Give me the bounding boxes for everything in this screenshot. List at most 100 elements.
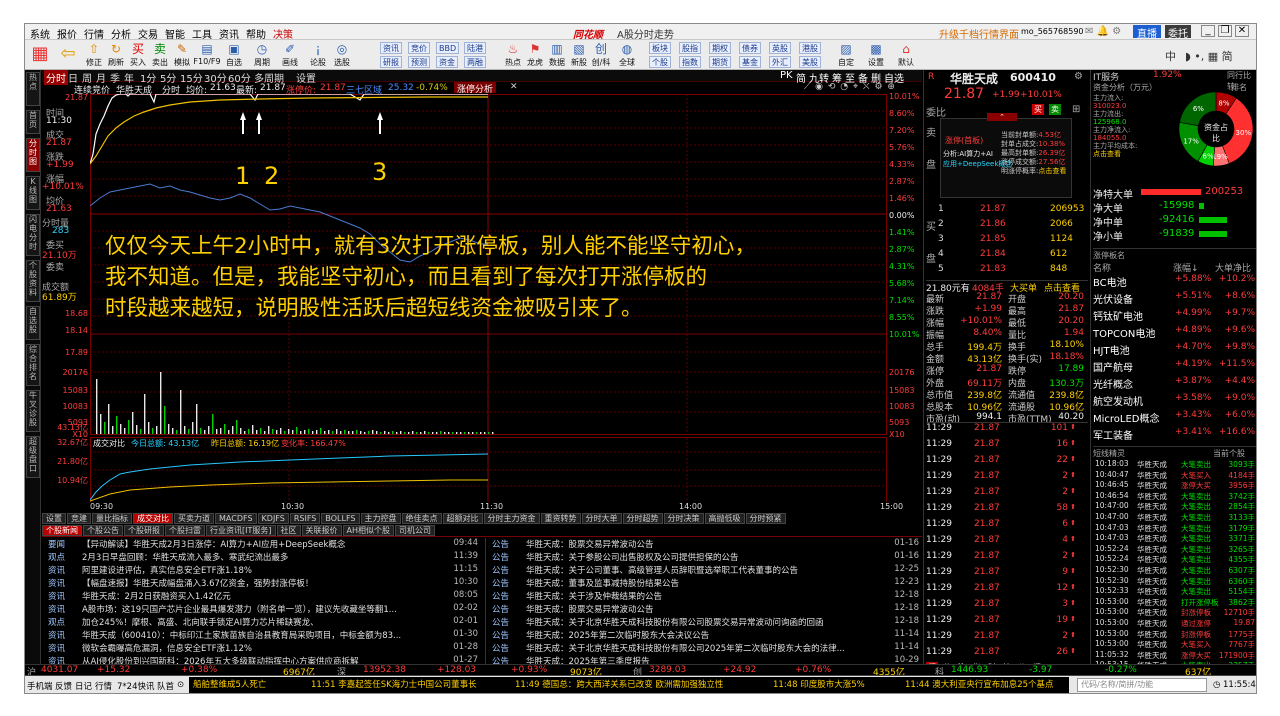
book-row[interactable]: 2 21.86 2066 bbox=[938, 219, 1098, 232]
tb-news[interactable]: 资讯 bbox=[380, 42, 402, 54]
news-row[interactable]: 公告 华胜天成：关于参股公司出售股权及公司提供担保的公告 01-16 bbox=[486, 551, 923, 563]
status-flash[interactable]: 7*24快讯 bbox=[117, 680, 154, 692]
chart-tools-icon[interactable]: ⟋ ◉ ⟲ ◔ ⌖ ⛌ ⚙ ⊕ bbox=[804, 82, 896, 92]
menu-decision[interactable]: 决策 bbox=[273, 26, 293, 41]
sector-row[interactable]: MicroLED概念 +3.43% +6.0% bbox=[1093, 410, 1256, 425]
news-tab[interactable]: 个股研报 bbox=[124, 525, 164, 536]
monitor-row[interactable]: 10:47:00 华胜天成 大笔卖出 3133手 bbox=[1093, 512, 1256, 522]
news-title[interactable]: 【幅盘速报】华胜天成幅盘涌入3.67亿资金，强势封涨停板！ bbox=[82, 577, 434, 589]
tab-pk[interactable]: PK bbox=[780, 70, 793, 81]
stat-value[interactable]: 点击查看 bbox=[1038, 167, 1066, 175]
sector-name[interactable]: 钙钛矿电池 bbox=[1093, 308, 1143, 323]
sector-col-ratio[interactable]: 大单净比 bbox=[1215, 261, 1251, 274]
news-row[interactable]: 公告 华胜天成：关于公司董事、高级管理人员辞职暨选举职工代表董事的公告 12-25 bbox=[486, 564, 923, 576]
dragon-button[interactable]: ⚑ 龙虎 bbox=[524, 41, 546, 69]
ticker-item[interactable]: 船舶整维成5人死亡 bbox=[193, 677, 266, 693]
draw-button[interactable]: ✐ 画线 bbox=[279, 41, 301, 69]
sector-row[interactable]: BC电池 +5.88% +10.2% bbox=[1093, 274, 1256, 289]
news-title[interactable]: 华胜天成：股票交易异常波动公告 bbox=[526, 603, 875, 615]
global-button[interactable]: ◍ 全球 bbox=[616, 41, 638, 69]
ime-icons[interactable]: ◗ •, ▦ 简 bbox=[1185, 48, 1233, 64]
back-icon[interactable]: ⇦ bbox=[57, 41, 79, 69]
indicator-tab[interactable]: MACDFS bbox=[215, 513, 257, 524]
ipo-button[interactable]: ▧ 新股 bbox=[568, 41, 590, 69]
book-row[interactable]: 3 21.85 1124 bbox=[938, 234, 1098, 247]
tb-auction[interactable]: 竞价 bbox=[408, 42, 430, 54]
collapse-icon[interactable]: ⌃ bbox=[987, 113, 1017, 121]
news-title[interactable]: 华胜天成：董事及监事减持股份结果公告 bbox=[526, 577, 875, 589]
news-title[interactable]: 华胜天成：关于公司董事、高级管理人员辞职暨选举职工代表董事的公告 bbox=[526, 564, 875, 576]
news-row[interactable]: 要闻 【异动解读】华胜天成2月3日涨停：AI算力+AI应用+DeepSeek概念 0… bbox=[42, 538, 482, 550]
star-button[interactable]: 创创/科 bbox=[590, 41, 612, 69]
sector-name[interactable]: 军工装备 bbox=[1093, 427, 1133, 442]
minimize-icon[interactable]: _ bbox=[1201, 25, 1215, 37]
indicator-tab[interactable]: 买卖力道 bbox=[174, 513, 214, 524]
nav-superbook[interactable]: 超级盘口 bbox=[26, 436, 40, 478]
indicator-tab[interactable]: 竞建 bbox=[67, 513, 91, 524]
indicator-tab[interactable]: 成交对比 bbox=[133, 513, 173, 524]
sector-col-pct[interactable]: 涨幅↓ bbox=[1173, 261, 1199, 274]
monitor-row[interactable]: 10:53:00 华胜天成 通过涨停 19.87 bbox=[1093, 618, 1256, 628]
news-row[interactable]: 资讯 阿里建设进评估，真实信息安全ETF涨1.18% 11:15 bbox=[42, 564, 482, 576]
sector-row[interactable]: 钙钛矿电池 +4.99% +9.7% bbox=[1093, 308, 1256, 323]
sector-row[interactable]: 国产航母 +4.19% +11.5% bbox=[1093, 359, 1256, 374]
indicator-tab[interactable]: 分时预紧 bbox=[745, 513, 786, 524]
buy-quick-button[interactable]: 买 bbox=[1032, 104, 1044, 115]
monitor-row[interactable]: 10:46:54 华胜天成 大笔卖出 3742手 bbox=[1093, 491, 1256, 501]
tb-fx[interactable]: 外汇 bbox=[769, 56, 791, 68]
menu-analysis[interactable]: 分析 bbox=[111, 26, 131, 41]
sell-button[interactable]: 卖卖出 bbox=[149, 41, 171, 69]
news-title[interactable]: 华胜天成：股票交易异常波动公告 bbox=[526, 538, 875, 550]
sector-row[interactable]: HJT电池 +4.70% +9.8% bbox=[1093, 342, 1256, 357]
tb-forecast[interactable]: 预测 bbox=[408, 56, 430, 68]
status-queue[interactable]: 队首 bbox=[157, 680, 174, 692]
indicator-tab[interactable]: RSIFS bbox=[289, 513, 321, 524]
indicator-tab[interactable]: 分时大单 bbox=[581, 513, 622, 524]
default-button[interactable]: ⌂ 默认 bbox=[895, 41, 917, 69]
revise-button[interactable]: ⇧ 修正 bbox=[83, 41, 105, 69]
monitor-row[interactable]: 10:47:03 华胜天成 大笔卖出 3371手 bbox=[1093, 533, 1256, 543]
sector-name[interactable]: HJT电池 bbox=[1093, 342, 1130, 357]
news-title[interactable]: 阿里建设进评估，真实信息安全ETF涨1.18% bbox=[82, 564, 434, 576]
indicator-tab[interactable]: 量比指标 bbox=[92, 513, 132, 524]
status-market[interactable]: 行情 bbox=[95, 680, 112, 692]
screener-button[interactable]: ◎ 选股 bbox=[331, 41, 353, 69]
news-title[interactable]: 2月3日早盘回顾：华胜天成流入最多、寒武纪流出最多 bbox=[82, 551, 434, 563]
news-row[interactable]: 公告 华胜天成：关于北京华胜天成科技股份有限公司股票交易异常波动问询函的回函 12-… bbox=[486, 616, 923, 628]
news-tab[interactable]: 个股公告 bbox=[83, 525, 123, 536]
monitor-row[interactable]: 10:52:24 华胜天成 大笔卖出 4355手 bbox=[1093, 554, 1256, 564]
sector-name[interactable]: 光纤概念 bbox=[1093, 376, 1133, 391]
sector-row[interactable]: 光纤概念 +3.87% +4.4% bbox=[1093, 376, 1256, 391]
news-title[interactable]: 华胜天成：2月2日获融资买入1.42亿元 bbox=[82, 590, 434, 602]
indicator-tab[interactable]: 分时超势 bbox=[622, 513, 663, 524]
tb-fund[interactable]: 资金 bbox=[436, 56, 458, 68]
sector-row[interactable]: TOPCON电池 +4.89% +9.6% bbox=[1093, 325, 1256, 340]
news-title[interactable]: 华胜天成：关于参股公司出售股权及公司提供担保的公告 bbox=[526, 551, 875, 563]
monitor-row[interactable]: 10:52:30 华胜天成 大笔卖出 6360手 bbox=[1093, 576, 1256, 586]
grid-icon[interactable]: ▦ bbox=[28, 41, 52, 69]
tb-margin[interactable]: 两融 bbox=[464, 56, 486, 68]
indicator-tab[interactable]: 高抛低吸 bbox=[704, 513, 745, 524]
menu-system[interactable]: 系统 bbox=[30, 26, 50, 41]
sector-name[interactable]: MicroLED概念 bbox=[1093, 410, 1160, 425]
news-row[interactable]: 观点 加仓245%！摩根、高盛、北向联手锁定AI算力芯片稀缺赛龙、 02-01 bbox=[42, 616, 482, 628]
status-feedback[interactable]: 反馈 bbox=[55, 680, 72, 692]
ticker-item[interactable]: 11:49 德国总：跨大西洋关系已改变 欧洲需加强独立性 bbox=[515, 677, 723, 693]
news-row[interactable]: 公告 华胜天成：关于涉及仲裁结果的公告 12-18 bbox=[486, 590, 923, 602]
monitor-row[interactable]: 10:53:00 华胜天成 封涨停板 1775手 bbox=[1093, 629, 1256, 639]
news-title[interactable]: A股市场：这19只国产芯片企业最具爆发潜力（附名单一览），建议先收藏坐等翻1..… bbox=[82, 603, 434, 615]
status-diary[interactable]: 日记 bbox=[75, 680, 92, 692]
monitor-row[interactable]: 10:53:00 华胜天成 大笔买入 7767手 bbox=[1093, 639, 1256, 649]
expand-icon[interactable]: ⊞ bbox=[1072, 104, 1080, 115]
nav-hot[interactable]: 热点 bbox=[26, 72, 40, 106]
menu-smart[interactable]: 智能 bbox=[165, 26, 185, 41]
menu-market[interactable]: 行情 bbox=[84, 26, 104, 41]
sector-name[interactable]: TOPCON电池 bbox=[1093, 325, 1155, 340]
monitor-row[interactable]: 10:52:30 华胜天成 大笔卖出 6307手 bbox=[1093, 565, 1256, 575]
tb-sector[interactable]: 板块 bbox=[649, 42, 671, 54]
mail-icon[interactable]: ✉ 🔔 ⚙ bbox=[1085, 26, 1121, 37]
monitor-row[interactable]: 10:47:03 华胜天成 大笔卖出 3179手 bbox=[1093, 523, 1256, 533]
news-row[interactable]: 公告 华胜天成：股票交易异常波动公告 01-16 bbox=[486, 538, 923, 550]
news-row[interactable]: 公告 华胜天成：董事及监事减持股份结果公告 12-23 bbox=[486, 577, 923, 589]
tb-hkstock[interactable]: 港股 bbox=[799, 42, 821, 54]
